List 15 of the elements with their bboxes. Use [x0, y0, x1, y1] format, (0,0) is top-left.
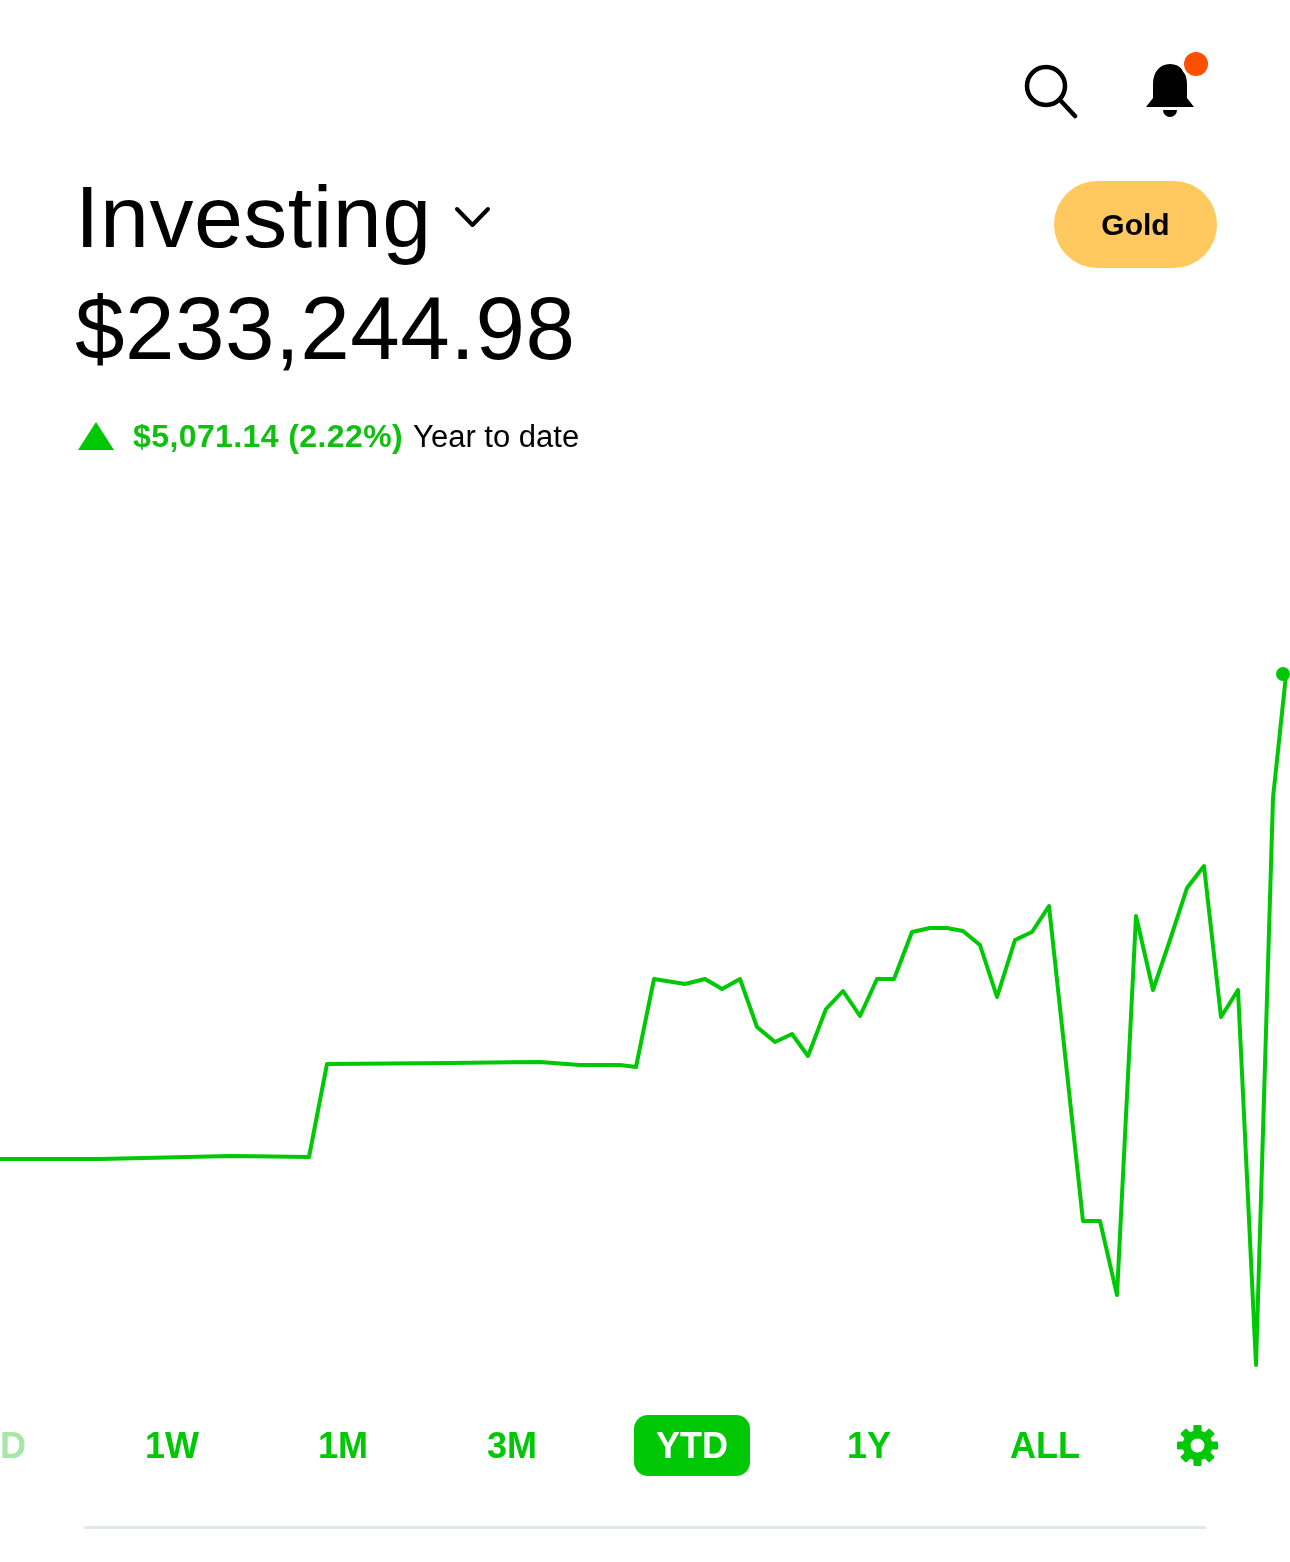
membership-button[interactable]: Gold	[1054, 181, 1217, 268]
time-range-tab[interactable]: 1Y	[825, 1415, 914, 1476]
time-range-tab[interactable]: YTD	[634, 1415, 751, 1476]
time-range-tab[interactable]: ALL	[988, 1415, 1103, 1476]
time-range-tab[interactable]: 3M	[465, 1415, 560, 1476]
portfolio-value: $233,244.98	[75, 284, 576, 373]
change-amount: $5,071.14 (2.22%)	[133, 420, 404, 452]
change-period: Year to date	[413, 420, 580, 452]
bell-icon[interactable]	[1145, 62, 1195, 120]
line-end-dot-icon	[1276, 667, 1290, 681]
chevron-down-icon	[453, 206, 491, 228]
time-range-tab[interactable]: 1M	[296, 1415, 390, 1476]
search-icon[interactable]	[1022, 62, 1078, 120]
time-range-tab[interactable]: 1W	[123, 1415, 221, 1476]
time-range-tab[interactable]: D	[0, 1415, 48, 1476]
